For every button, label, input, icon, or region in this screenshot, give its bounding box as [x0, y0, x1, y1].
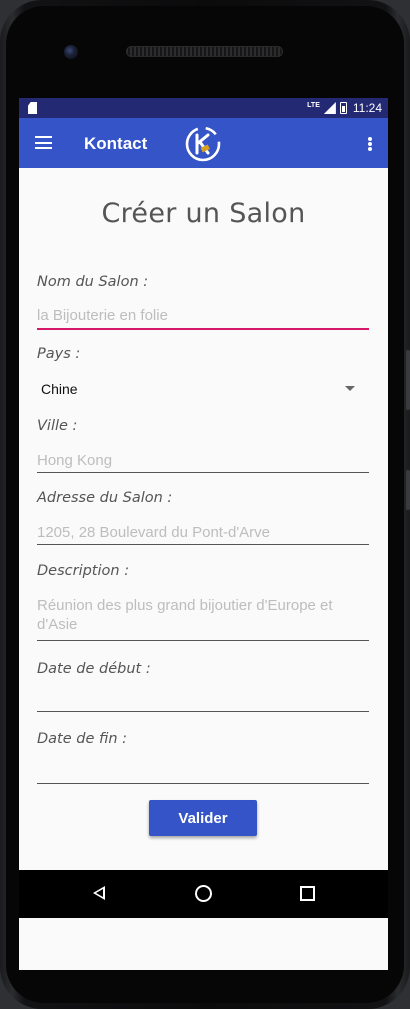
page-title: Créer un Salon [101, 198, 306, 229]
network-type: LTE [307, 102, 320, 109]
toolbar-title: Kontact [84, 134, 148, 153]
start-date-underline [37, 711, 369, 712]
power-button [406, 470, 410, 510]
description-label: Description : [37, 563, 130, 579]
navigation-bar [19, 870, 388, 918]
start-date-label: Date de début : [37, 661, 151, 677]
address-underline [37, 544, 369, 545]
chevron-down-icon[interactable] [345, 386, 355, 391]
earpiece-speaker [126, 46, 283, 57]
status-indicators: LTE 11:24 [307, 100, 382, 116]
battery-icon [339, 102, 347, 114]
front-camera [64, 45, 78, 59]
description-input[interactable]: Réunion des plus grand bijoutier d'Europ… [37, 596, 367, 634]
clock: 11:24 [352, 101, 382, 115]
city-input[interactable]: Hong Kong [37, 451, 367, 470]
recent-apps-icon[interactable] [300, 886, 315, 901]
overflow-menu-icon[interactable] [368, 137, 372, 151]
app-toolbar: Kontact [19, 118, 388, 168]
address-label: Adresse du Salon : [37, 490, 173, 506]
city-underline [37, 472, 369, 473]
salon-name-label: Nom du Salon : [37, 274, 149, 290]
end-date-underline [37, 783, 369, 784]
menu-icon[interactable] [35, 136, 52, 149]
end-date-label: Date de fin : [37, 731, 128, 747]
status-bar: LTE 11:24 [19, 98, 388, 118]
address-input[interactable]: 1205, 28 Boulevard du Pont-d'Arve [37, 523, 367, 542]
country-label: Pays : [37, 346, 81, 362]
sd-card-icon [28, 102, 37, 114]
country-dropdown[interactable]: Chine [41, 381, 78, 397]
kontact-logo-icon [185, 126, 221, 162]
back-icon[interactable] [93, 886, 105, 900]
submit-button[interactable]: Valider [149, 800, 257, 836]
salon-name-underline [37, 328, 369, 330]
signal-icon [323, 102, 336, 114]
home-icon[interactable] [195, 885, 212, 902]
volume-button [406, 350, 410, 410]
description-underline [37, 640, 369, 641]
city-label: Ville : [37, 418, 78, 434]
salon-name-input[interactable]: la Bijouterie en folie [37, 306, 367, 325]
app-screen: LTE 11:24 Kontact Créer un Salon Nom du … [19, 98, 388, 970]
form-content: Créer un Salon Nom du Salon : la Bijoute… [19, 168, 388, 970]
